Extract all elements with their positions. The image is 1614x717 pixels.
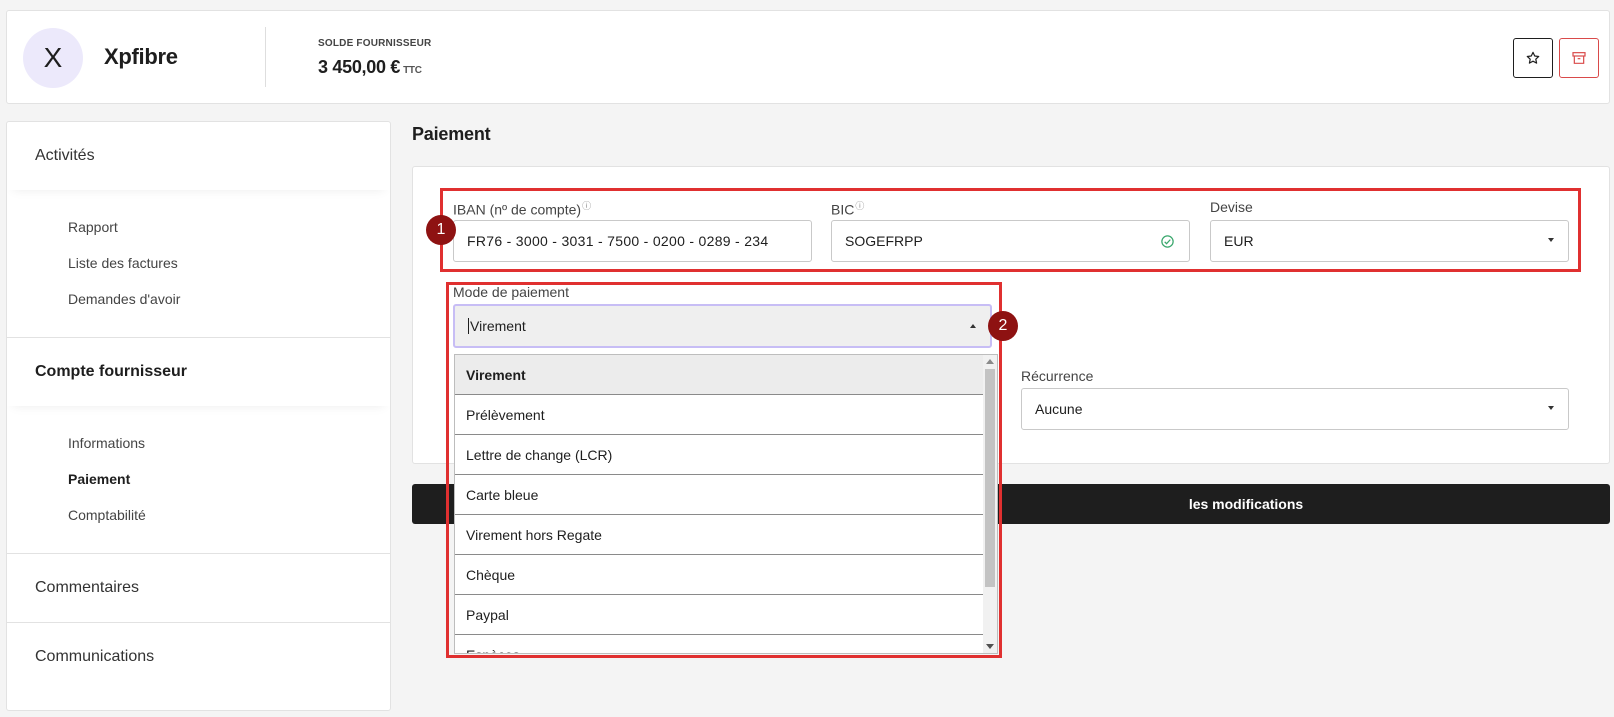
- iban-label-text: IBAN (nº de compte): [453, 201, 582, 218]
- archive-icon: [1572, 52, 1586, 64]
- balance-suffix: TTC: [403, 65, 422, 76]
- supplier-header: X Xpfibre SOLDE FOURNISSEUR 3 450,00 € TT…: [6, 10, 1610, 104]
- sidebar-section-communications[interactable]: Communications: [7, 623, 390, 691]
- text-cursor: [468, 318, 469, 334]
- devise-select[interactable]: EUR: [1210, 220, 1569, 262]
- sidebar-item-paiement[interactable]: Paiement: [68, 471, 130, 487]
- recurrence-select[interactable]: Aucune: [1021, 388, 1569, 430]
- mode-select[interactable]: Virement: [453, 304, 992, 348]
- avatar: X: [23, 28, 83, 88]
- chevron-down-icon: [1548, 238, 1554, 242]
- sidebar-item-informations[interactable]: Informations: [68, 435, 145, 451]
- devise-value: EUR: [1224, 233, 1254, 249]
- bic-value: SOGEFRPP: [845, 233, 923, 249]
- bic-input[interactable]: SOGEFRPP: [831, 220, 1190, 262]
- scroll-down-icon[interactable]: [986, 644, 994, 649]
- scroll-up-icon[interactable]: [986, 359, 994, 364]
- iban-input[interactable]: FR76 - 3000 - 3031 - 7500 - 0200 - 0289 …: [453, 220, 812, 262]
- sidebar-section-compte-fournisseur[interactable]: Compte fournisseur: [7, 338, 390, 406]
- annotation-badge-1: 1: [426, 215, 456, 245]
- dropdown-option-lcr[interactable]: Lettre de change (LCR): [455, 435, 985, 475]
- check-circle-icon: [1161, 235, 1174, 248]
- devise-label: Devise: [1210, 199, 1253, 215]
- balance-value: 3 450,00 € TTC: [318, 57, 422, 78]
- dropdown-option-prelevement[interactable]: Prélèvement: [455, 395, 985, 435]
- dropdown-option-virement[interactable]: Virement: [455, 355, 985, 395]
- header-divider: [265, 27, 266, 87]
- dropdown-option-cheque[interactable]: Chèque: [455, 555, 985, 595]
- recurrence-label: Récurrence: [1021, 368, 1094, 384]
- dropdown-option-carte-bleue[interactable]: Carte bleue: [455, 475, 985, 515]
- dropdown-option-virement-hors-regate[interactable]: Virement hors Regate: [455, 515, 985, 555]
- sidebar-item-demandes-avoir[interactable]: Demandes d'avoir: [68, 291, 180, 307]
- chevron-down-icon: [1548, 406, 1554, 410]
- sidebar-section-commentaires[interactable]: Commentaires: [7, 554, 390, 622]
- mode-label: Mode de paiement: [453, 284, 569, 300]
- sidebar: Activités Rapport Liste des factures Dem…: [6, 121, 391, 711]
- mode-value: Virement: [470, 318, 526, 334]
- sidebar-item-liste-factures[interactable]: Liste des factures: [68, 255, 178, 271]
- dropdown-option-especes[interactable]: Espèces: [455, 635, 985, 653]
- balance-label: SOLDE FOURNISSEUR: [318, 38, 432, 49]
- iban-label: IBAN (nº de compte)ⓘ: [453, 199, 591, 218]
- star-icon: [1526, 51, 1540, 64]
- avatar-letter: X: [43, 42, 63, 73]
- iban-value: FR76 - 3000 - 3031 - 7500 - 0200 - 0289 …: [467, 233, 769, 249]
- dropdown-option-paypal[interactable]: Paypal: [455, 595, 985, 635]
- dropdown-scrollbar[interactable]: [983, 355, 997, 653]
- favorite-button[interactable]: [1513, 38, 1553, 78]
- page-title: Paiement: [412, 124, 491, 144]
- bic-label: BICⓘ: [831, 199, 864, 218]
- annotation-badge-2: 2: [988, 311, 1018, 341]
- archive-button[interactable]: [1559, 38, 1599, 78]
- recurrence-value: Aucune: [1035, 401, 1083, 417]
- supplier-name: Xpfibre: [104, 44, 178, 69]
- scrollbar-thumb[interactable]: [985, 369, 995, 587]
- sidebar-item-comptabilite[interactable]: Comptabilité: [68, 507, 146, 523]
- chevron-up-icon: [970, 324, 976, 328]
- info-icon: ⓘ: [582, 201, 592, 211]
- bic-label-text: BIC: [831, 201, 855, 218]
- sidebar-section-activites[interactable]: Activités: [7, 122, 390, 190]
- info-icon: ⓘ: [855, 201, 865, 211]
- balance-amount: 3 450,00 €: [318, 57, 401, 77]
- sidebar-item-rapport[interactable]: Rapport: [68, 219, 118, 235]
- mode-dropdown-list[interactable]: Virement Prélèvement Lettre de change (L…: [454, 354, 998, 654]
